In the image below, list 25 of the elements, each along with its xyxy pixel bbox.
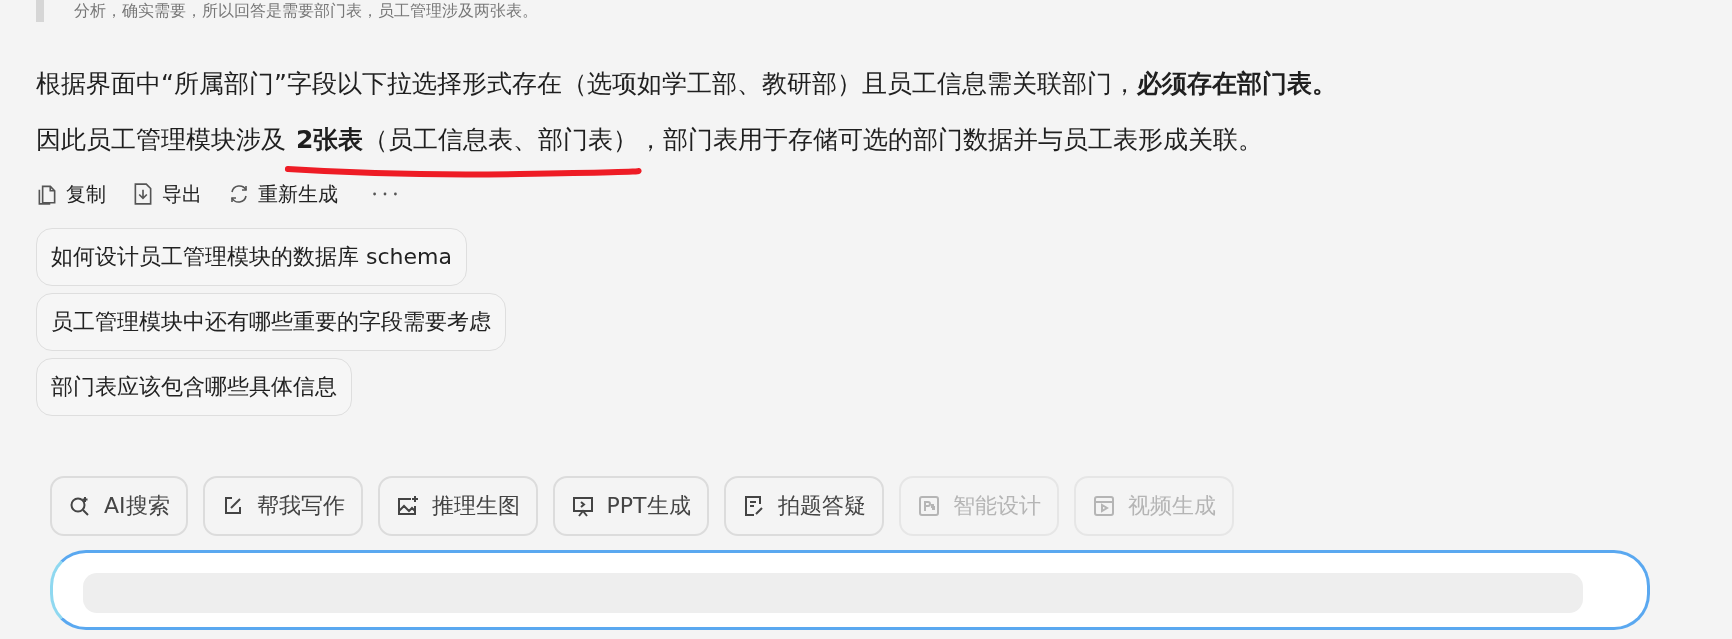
presentation-icon xyxy=(570,494,595,518)
tool-button[interactable]: 推理生图 xyxy=(377,476,538,536)
answer-text: ，部门表用于存储可选的部门数据并与员工表形成关联。 xyxy=(638,124,1264,156)
more-icon[interactable] xyxy=(372,191,398,197)
quote-bar xyxy=(36,0,44,22)
export-button[interactable]: 导出 xyxy=(132,180,202,208)
tool-button[interactable]: 帮我写作 xyxy=(202,476,363,536)
tool-button[interactable]: 拍题答疑 xyxy=(723,476,884,536)
quote-text: 分析，确实需要，所以回答是需要部门表，员工管理涉及两张表。 xyxy=(74,0,538,22)
refresh-icon xyxy=(228,182,250,206)
suggestion-chip[interactable]: 员工管理模块中还有哪些重要的字段需要考虑 xyxy=(36,293,506,351)
regenerate-button[interactable]: 重新生成 xyxy=(228,180,338,208)
chat-input-box[interactable] xyxy=(50,550,1650,630)
tool-button[interactable]: PPT生成 xyxy=(552,476,709,536)
image-icon xyxy=(395,494,420,518)
answer-text: 因此员工管理模块涉及 xyxy=(36,124,286,156)
suggestion-chip[interactable]: 如何设计员工管理模块的数据库 schema xyxy=(36,228,467,286)
tool-button[interactable]: AI搜索 xyxy=(50,476,188,536)
copy-button[interactable]: 复制 xyxy=(36,180,106,208)
download-icon xyxy=(132,182,154,206)
video-icon xyxy=(1091,494,1116,518)
highlighted-text: 2张表（员工信息表、部门表） xyxy=(296,125,639,154)
suggestion-chip[interactable]: 部门表应该包含哪些具体信息 xyxy=(36,358,352,416)
ps-icon xyxy=(916,494,941,518)
answer-text: 根据界面中“所属部门”字段以下拉选择形式存在（选项如学工部、教研部）且员工信息需关联部门，必须存在部门表。 xyxy=(36,68,1338,100)
